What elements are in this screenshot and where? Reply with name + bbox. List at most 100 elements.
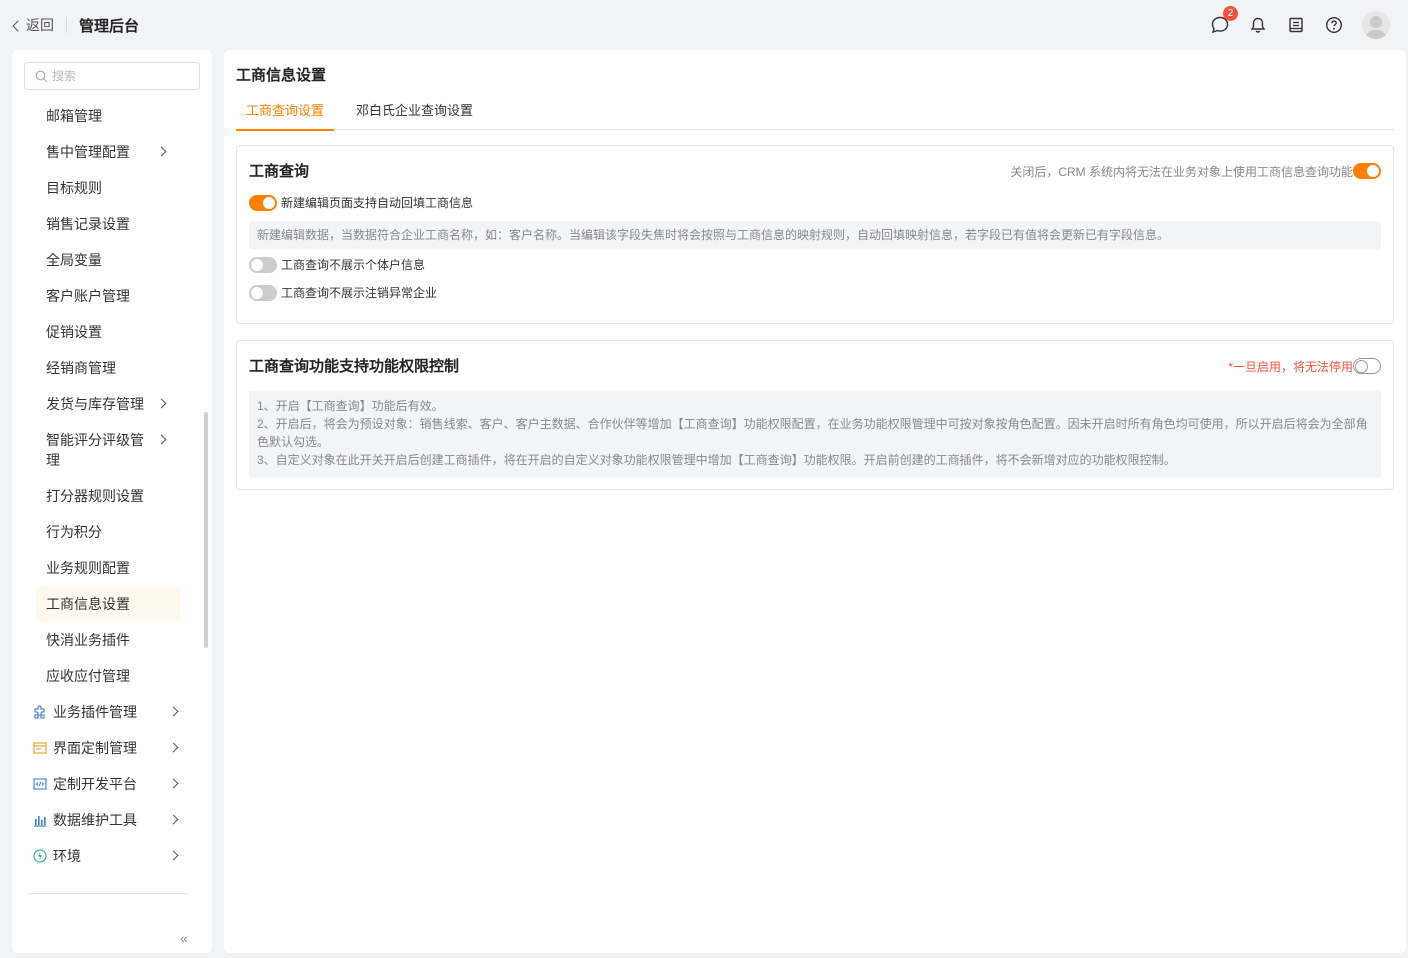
sidebar-group-data-tools[interactable]: 数据维护工具 — [12, 802, 202, 838]
sidebar-item-sales-config[interactable]: 售中管理配置 — [12, 134, 202, 170]
sidebar-item-label: 销售记录设置 — [46, 216, 130, 232]
back-button[interactable]: 返回 — [12, 15, 54, 35]
sidebar-item-promotion[interactable]: 促销设置 — [12, 314, 202, 350]
autofill-toggle[interactable] — [249, 194, 277, 211]
permission-control-toggle[interactable] — [1353, 358, 1381, 374]
option-label: 工商查询不展示个体户信息 — [281, 258, 426, 272]
option-label: 新建编辑页面支持自动回填工商信息 — [281, 196, 474, 210]
collapse-sidebar-button[interactable]: « — [180, 930, 188, 946]
sidebar-item-behavior-points[interactable]: 行为积分 — [12, 514, 202, 550]
sidebar-item-email[interactable]: 邮箱管理 — [12, 98, 202, 134]
tab-business-query[interactable]: 工商查询设置 — [236, 96, 335, 131]
sidebar-item-label: 发货与库存管理 — [46, 396, 144, 412]
question-circle-icon — [1325, 16, 1343, 34]
page-title: 工商信息设置 — [236, 67, 327, 84]
sidebar-item-smart-scoring[interactable]: 智能评分评级管理 — [12, 422, 202, 478]
sidebar-item-business-info[interactable]: 工商信息设置 — [36, 586, 180, 622]
business-query-toggle[interactable] — [1353, 163, 1381, 179]
environment-icon — [33, 849, 47, 863]
sidebar-search[interactable] — [24, 62, 200, 90]
top-bar: 返回 管理后台 2 — [0, 0, 1408, 50]
sidebar-item-label: 全局变量 — [46, 252, 102, 268]
chevron-right-icon — [156, 146, 167, 157]
sidebar-item-label: 行为积分 — [46, 524, 102, 540]
sidebar-item-label: 客户账户管理 — [46, 288, 130, 304]
sidebar-group-label: 业务插件管理 — [53, 704, 137, 720]
code-icon — [33, 778, 47, 790]
chevron-right-icon — [168, 850, 179, 861]
hide-individual-toggle[interactable] — [249, 256, 277, 273]
sidebar-item-delivery-inventory[interactable]: 发货与库存管理 — [12, 386, 202, 422]
option-autofill: 新建编辑页面支持自动回填工商信息 — [249, 194, 473, 211]
chevron-right-icon — [156, 434, 167, 445]
sidebar-item-label: 应收应付管理 — [46, 668, 130, 684]
tasks-button[interactable] — [1286, 15, 1306, 35]
sidebar-item-label: 邮箱管理 — [46, 108, 102, 124]
layout-icon — [33, 742, 47, 754]
permission-description: 1、开启【工商查询】功能后有效。 2、开启后，将会为预设对象：销售线索、客户、客… — [249, 391, 1381, 478]
sidebar-item-customer-account[interactable]: 客户账户管理 — [12, 278, 202, 314]
chevron-right-icon — [168, 814, 179, 825]
top-actions: 2 — [1210, 6, 1394, 39]
sidebar-item-business-rules[interactable]: 业务规则配置 — [12, 550, 202, 586]
document-list-icon — [1289, 17, 1303, 33]
sidebar-group-label: 环境 — [53, 848, 81, 864]
sidebar-item-fmcg-plugin[interactable]: 快消业务插件 — [12, 622, 202, 658]
sidebar-item-scorer-rules[interactable]: 打分器规则设置 — [12, 478, 202, 514]
hide-cancelled-toggle[interactable] — [249, 284, 277, 301]
message-badge: 2 — [1223, 6, 1238, 21]
avatar[interactable] — [1362, 11, 1390, 39]
autofill-description: 新建编辑数据，当数据符合企业工商名称，如：客户名称。当编辑该字段失焦时将会按照与… — [249, 221, 1381, 249]
sidebar-item-label: 业务规则配置 — [46, 560, 130, 576]
description-line: 1、开启【工商查询】功能后有效。 — [257, 399, 444, 413]
chevron-right-icon — [168, 778, 179, 789]
sidebar-group-environment[interactable]: 环境 — [12, 838, 202, 874]
business-query-card: 工商查询 关闭后，CRM 系统内将无法在业务对象上使用工商信息查询功能 新建编辑… — [236, 145, 1394, 324]
card-title: 工商查询功能支持功能权限控制 — [249, 358, 460, 375]
main-panel: 工商信息设置 工商查询设置 邓白氏企业查询设置 工商查询 关闭后，CRM 系统内… — [224, 50, 1406, 953]
message-button[interactable]: 2 — [1210, 6, 1238, 35]
user-avatar-icon — [1365, 16, 1387, 39]
sidebar-item-label: 快消业务插件 — [46, 632, 130, 648]
sidebar-item-label: 工商信息设置 — [46, 596, 130, 612]
option-hide-individual: 工商查询不展示个体户信息 — [249, 256, 425, 273]
chevron-right-icon — [156, 398, 167, 409]
sidebar-group-plugins[interactable]: 业务插件管理 — [12, 694, 202, 730]
notification-button[interactable] — [1248, 15, 1268, 35]
sidebar-item-label: 智能评分评级管理 — [46, 432, 144, 468]
sidebar-group-label: 定制开发平台 — [53, 776, 137, 792]
sidebar-menu: 邮箱管理 售中管理配置 目标规则 销售记录设置 全局变量 客户账户管理 促销设置… — [12, 98, 202, 874]
sidebar-group-ui-custom[interactable]: 界面定制管理 — [12, 730, 202, 766]
sidebar: 邮箱管理 售中管理配置 目标规则 销售记录设置 全局变量 客户账户管理 促销设置… — [12, 50, 212, 953]
chevron-right-icon — [168, 742, 179, 753]
sidebar-group-label: 数据维护工具 — [53, 812, 137, 828]
divider — [66, 17, 67, 33]
sidebar-item-label: 促销设置 — [46, 324, 102, 340]
sidebar-group-label: 界面定制管理 — [53, 740, 137, 756]
help-button[interactable] — [1324, 15, 1344, 35]
sidebar-item-target-rules[interactable]: 目标规则 — [12, 170, 202, 206]
search-input[interactable] — [52, 69, 182, 83]
option-hide-cancelled: 工商查询不展示注销异常企业 — [249, 284, 437, 301]
search-icon — [35, 70, 48, 82]
sidebar-group-dev-platform[interactable]: 定制开发平台 — [12, 766, 202, 802]
sidebar-scrollbar[interactable] — [204, 412, 208, 648]
back-label: 返回 — [26, 17, 54, 33]
sidebar-divider — [28, 893, 188, 894]
card-warning: *一旦启用，将无法停用 — [1228, 360, 1353, 374]
sidebar-item-receivable-payable[interactable]: 应收应付管理 — [12, 658, 202, 694]
sidebar-item-sales-record[interactable]: 销售记录设置 — [12, 206, 202, 242]
sidebar-item-dealer[interactable]: 经销商管理 — [12, 350, 202, 386]
bell-icon — [1250, 17, 1266, 33]
chevron-left-icon — [12, 19, 24, 32]
bar-chart-icon — [34, 816, 46, 827]
tab-dnb-query[interactable]: 邓白氏企业查询设置 — [346, 96, 483, 130]
sidebar-item-label: 目标规则 — [46, 180, 102, 196]
sidebar-item-label: 售中管理配置 — [46, 144, 130, 160]
chevron-right-icon — [168, 706, 179, 717]
sidebar-item-global-vars[interactable]: 全局变量 — [12, 242, 202, 278]
sidebar-item-label: 打分器规则设置 — [46, 488, 144, 504]
option-label: 工商查询不展示注销异常企业 — [281, 286, 438, 300]
tab-bar: 工商查询设置 邓白氏企业查询设置 — [236, 96, 1394, 131]
card-title: 工商查询 — [249, 163, 310, 180]
